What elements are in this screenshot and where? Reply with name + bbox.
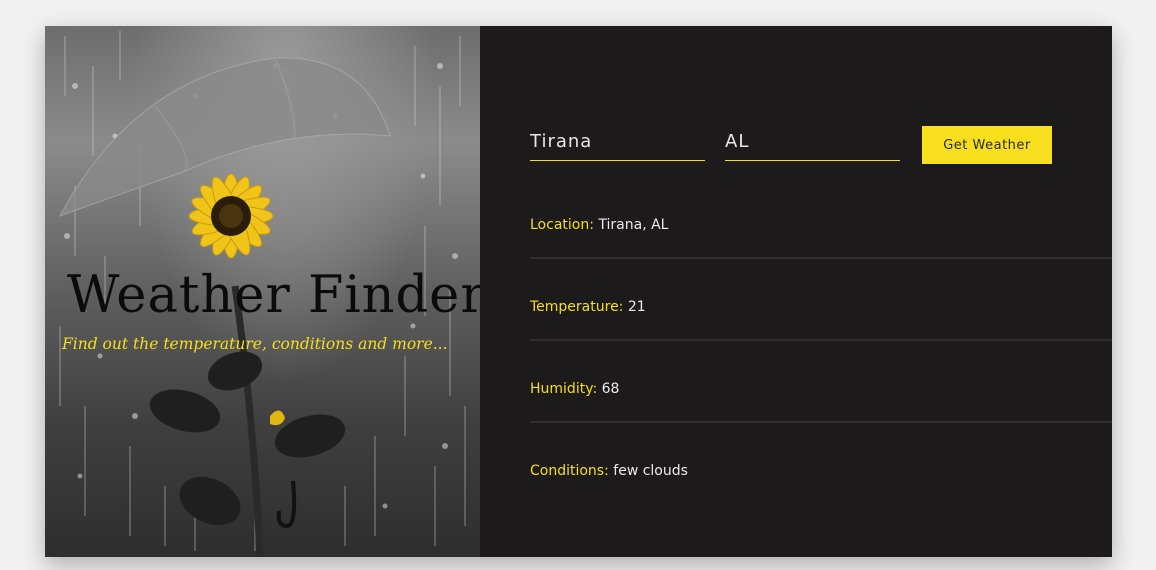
conditions-label: Conditions: <box>530 463 609 479</box>
temperature-value: 21 <box>627 299 646 315</box>
humidity-value: 68 <box>601 381 620 397</box>
country-input[interactable] <box>725 126 900 161</box>
get-weather-button[interactable]: Get Weather <box>922 126 1052 164</box>
divider <box>530 339 1112 341</box>
sunflower-icon <box>188 173 274 259</box>
page-subtitle: Find out the temperature, conditions and… <box>62 335 448 353</box>
temperature-label: Temperature: <box>530 299 624 315</box>
location-label: Location: <box>530 217 594 233</box>
humidity-label: Humidity: <box>530 381 598 397</box>
page-title: Weather Finder <box>67 266 480 325</box>
weather-card: Weather Finder Find out the temperature,… <box>45 26 1112 557</box>
hero-panel: Weather Finder Find out the temperature,… <box>45 26 480 557</box>
weather-panel: Get Weather Location: Tirana, AL Tempera… <box>480 26 1112 557</box>
location-value: Tirana, AL <box>598 217 669 233</box>
conditions-value: few clouds <box>613 463 688 479</box>
divider <box>530 257 1112 259</box>
divider <box>530 421 1112 423</box>
city-input[interactable] <box>530 126 705 161</box>
conditions-row: Conditions: few clouds <box>530 462 1112 544</box>
